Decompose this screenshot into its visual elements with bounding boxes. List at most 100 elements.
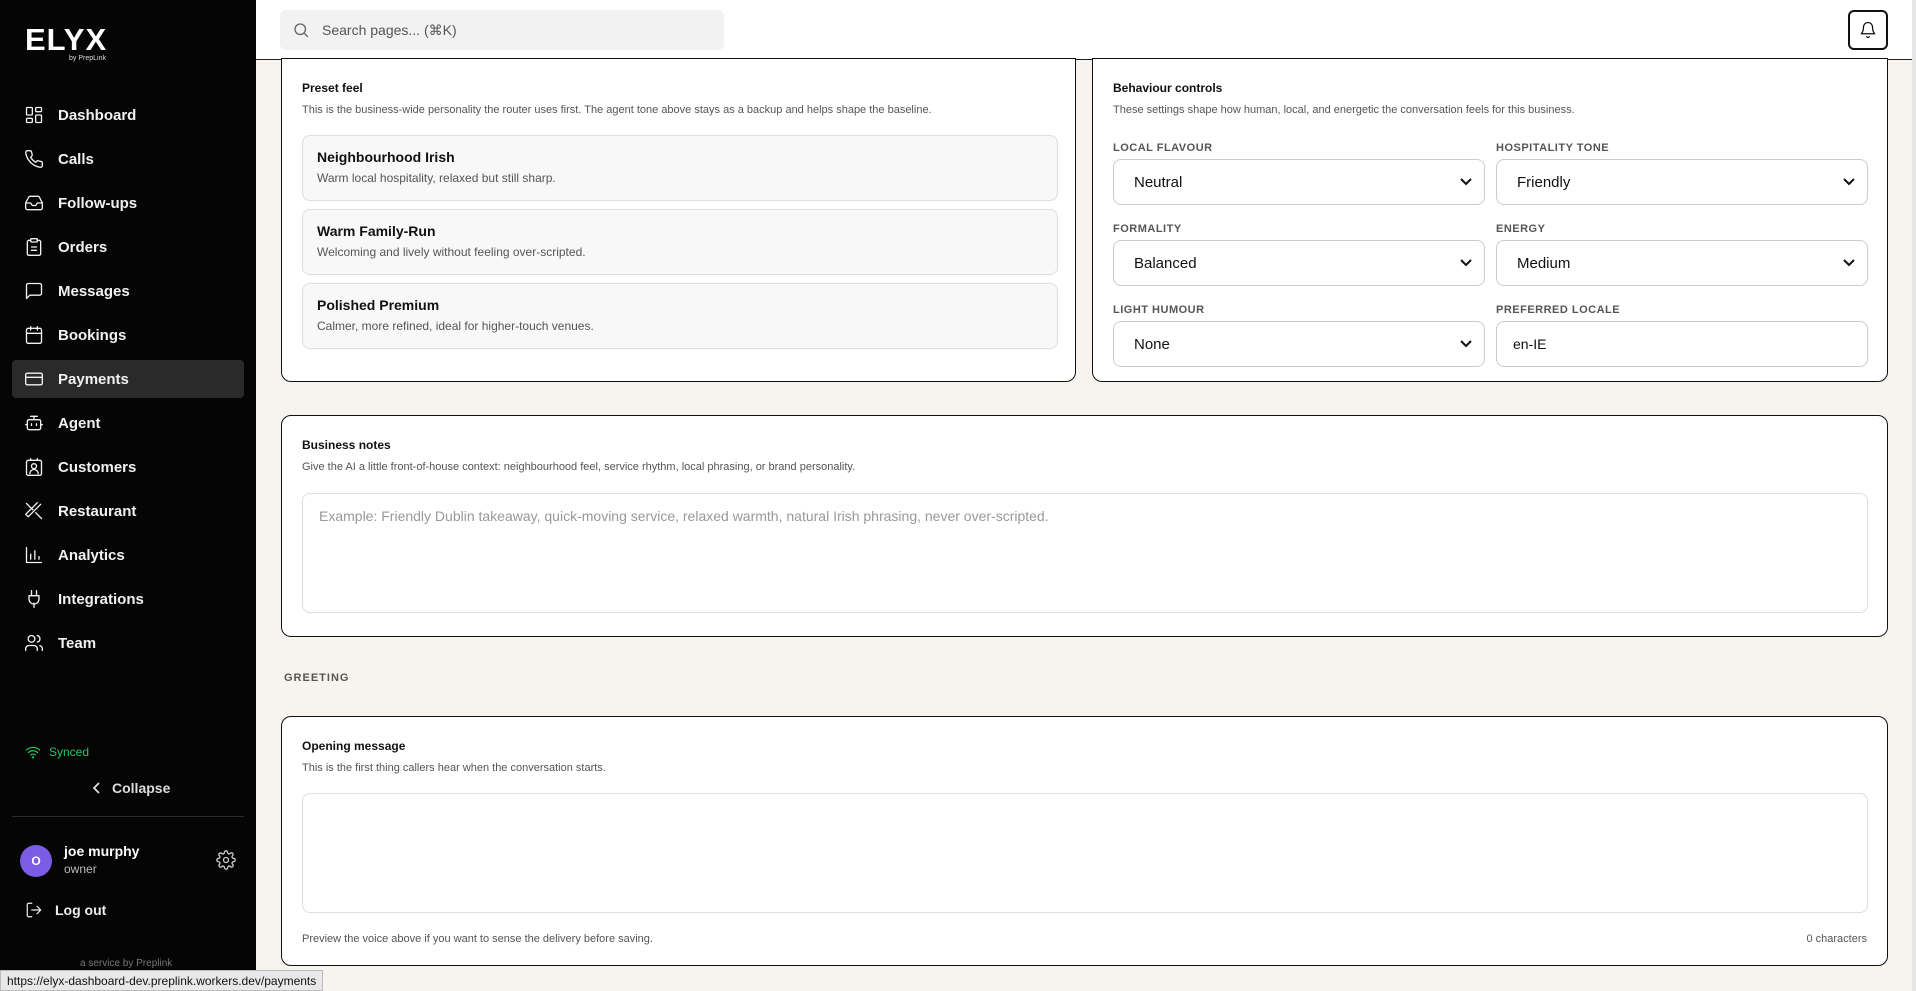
sidebar-item-integrations[interactable]: Integrations — [12, 580, 244, 618]
preset-option-neighbourhood-irish[interactable]: Neighbourhood Irish Warm local hospitali… — [302, 135, 1058, 201]
preset-option-desc: Calmer, more refined, ideal for higher-t… — [317, 319, 594, 333]
business-notes-title: Business notes — [302, 438, 391, 452]
formality-label: FORMALITY — [1113, 223, 1182, 235]
preset-option-name: Warm Family-Run — [317, 223, 436, 239]
logo-subtitle: by PrepLink — [69, 55, 106, 62]
bar-chart-icon — [25, 546, 43, 564]
bot-icon — [25, 415, 43, 431]
phone-icon — [25, 149, 44, 168]
wifi-icon — [25, 746, 41, 759]
light-humour-value: None — [1134, 335, 1170, 353]
sidebar-item-messages[interactable]: Messages — [12, 272, 244, 310]
behaviour-controls-description: These settings shape how human, local, a… — [1113, 104, 1575, 116]
sidebar-item-restaurant[interactable]: Restaurant — [12, 492, 244, 530]
sidebar-item-label: Messages — [58, 282, 130, 300]
logout-icon — [26, 902, 42, 918]
sidebar-divider — [12, 816, 244, 817]
sidebar-item-orders[interactable]: Orders — [12, 228, 244, 266]
business-notes-description: Give the AI a little front-of-house cont… — [302, 461, 856, 473]
local-flavour-label: LOCAL FLAVOUR — [1113, 142, 1213, 154]
inbox-icon — [25, 195, 43, 211]
sidebar: ELYX by PrepLink Dashboard Calls Follow-… — [0, 0, 256, 991]
preset-option-desc: Welcoming and lively without feeling ove… — [317, 245, 586, 259]
collapse-label: Collapse — [112, 780, 171, 796]
search-icon — [294, 23, 309, 38]
hospitality-tone-value: Friendly — [1517, 173, 1571, 191]
chevron-down-icon — [1843, 259, 1855, 267]
sidebar-item-label: Restaurant — [58, 502, 137, 520]
energy-label: ENERGY — [1496, 223, 1546, 235]
light-humour-label: LIGHT HUMOUR — [1113, 304, 1205, 316]
avatar: O — [20, 844, 52, 877]
sidebar-item-label: Calls — [58, 150, 94, 168]
sidebar-item-agent[interactable]: Agent — [12, 404, 244, 442]
user-role: owner — [64, 862, 97, 876]
hospitality-tone-select[interactable]: Friendly — [1496, 159, 1868, 205]
logout-button[interactable]: Log out — [25, 901, 106, 919]
logout-label: Log out — [55, 902, 107, 918]
preferred-locale-input[interactable]: en-IE — [1496, 321, 1868, 367]
preset-feel-card: Preset feel This is the business-wide pe… — [281, 58, 1076, 382]
bell-icon — [1860, 21, 1876, 39]
plug-icon — [28, 590, 40, 608]
opening-message-hint: Preview the voice above if you want to s… — [302, 933, 653, 945]
business-notes-textarea[interactable]: Example: Friendly Dublin takeaway, quick… — [302, 493, 1868, 613]
formality-value: Balanced — [1134, 254, 1197, 272]
chevron-down-icon — [1843, 178, 1855, 186]
sidebar-item-label: Team — [58, 634, 97, 652]
local-flavour-select[interactable]: Neutral — [1113, 159, 1485, 205]
elyx-logo[interactable]: ELYX by PrepLink — [25, 22, 108, 63]
sidebar-item-label: Dashboard — [58, 106, 137, 124]
light-humour-select[interactable]: None — [1113, 321, 1485, 367]
grid-icon — [25, 106, 43, 124]
sidebar-item-analytics[interactable]: Analytics — [12, 536, 244, 574]
sidebar-item-bookings[interactable]: Bookings — [12, 316, 244, 354]
sidebar-item-label: Orders — [58, 238, 108, 256]
logo-wordmark: ELYX — [25, 22, 108, 57]
user-name: joe murphy — [64, 843, 140, 859]
status-bar-url: https://elyx-dashboard-dev.preplink.work… — [0, 970, 324, 991]
clipboard-icon — [26, 238, 42, 256]
utensils-icon — [25, 502, 43, 520]
preset-option-warm-family-run[interactable]: Warm Family-Run Welcoming and lively wit… — [302, 209, 1058, 275]
behaviour-controls-title: Behaviour controls — [1113, 81, 1223, 95]
search-box[interactable] — [280, 10, 724, 50]
sidebar-nav: Dashboard Calls Follow-ups Orders Messag… — [12, 96, 244, 668]
energy-select[interactable]: Medium — [1496, 240, 1868, 286]
preset-feel-description: This is the business-wide personality th… — [302, 104, 932, 116]
sidebar-item-follow-ups[interactable]: Follow-ups — [12, 184, 244, 222]
formality-select[interactable]: Balanced — [1113, 240, 1485, 286]
preferred-locale-label: PREFERRED LOCALE — [1496, 304, 1621, 316]
preset-option-polished-premium[interactable]: Polished Premium Calmer, more refined, i… — [302, 283, 1058, 349]
business-notes-card: Business notes Give the AI a little fron… — [281, 415, 1888, 637]
message-icon — [25, 282, 43, 300]
opening-message-description: This is the first thing callers hear whe… — [302, 762, 606, 774]
sidebar-item-team[interactable]: Team — [12, 624, 244, 662]
preset-option-desc: Warm local hospitality, relaxed but stil… — [317, 171, 556, 185]
search-input[interactable] — [322, 22, 702, 38]
behaviour-controls-card: Behaviour controls These settings shape … — [1092, 58, 1888, 382]
scrollbar[interactable] — [1912, 0, 1916, 991]
chevron-down-icon — [1460, 340, 1472, 348]
local-flavour-value: Neutral — [1134, 173, 1183, 191]
sidebar-item-dashboard[interactable]: Dashboard — [12, 96, 244, 134]
sidebar-item-label: Analytics — [58, 546, 125, 564]
gear-icon[interactable] — [216, 850, 236, 870]
sidebar-item-label: Bookings — [58, 326, 127, 344]
notifications-button[interactable] — [1848, 10, 1888, 50]
sidebar-item-label: Follow-ups — [58, 194, 138, 212]
opening-message-card: Opening message This is the first thing … — [281, 716, 1888, 966]
sidebar-item-payments[interactable]: Payments — [12, 360, 244, 398]
sidebar-item-calls[interactable]: Calls — [12, 140, 244, 178]
greeting-section-label: GREETING — [284, 672, 350, 684]
preset-option-name: Polished Premium — [317, 297, 440, 313]
service-credit: a service by Preplink — [80, 958, 173, 969]
opening-message-textarea[interactable] — [302, 793, 1868, 913]
sync-status-label: Synced — [49, 745, 90, 759]
sidebar-item-label: Payments — [58, 370, 129, 388]
sidebar-item-customers[interactable]: Customers — [12, 448, 244, 486]
contact-icon — [25, 458, 43, 476]
character-count: 0 characters — [1806, 933, 1867, 945]
collapse-button[interactable]: Collapse — [90, 780, 170, 796]
calendar-icon — [25, 326, 43, 344]
